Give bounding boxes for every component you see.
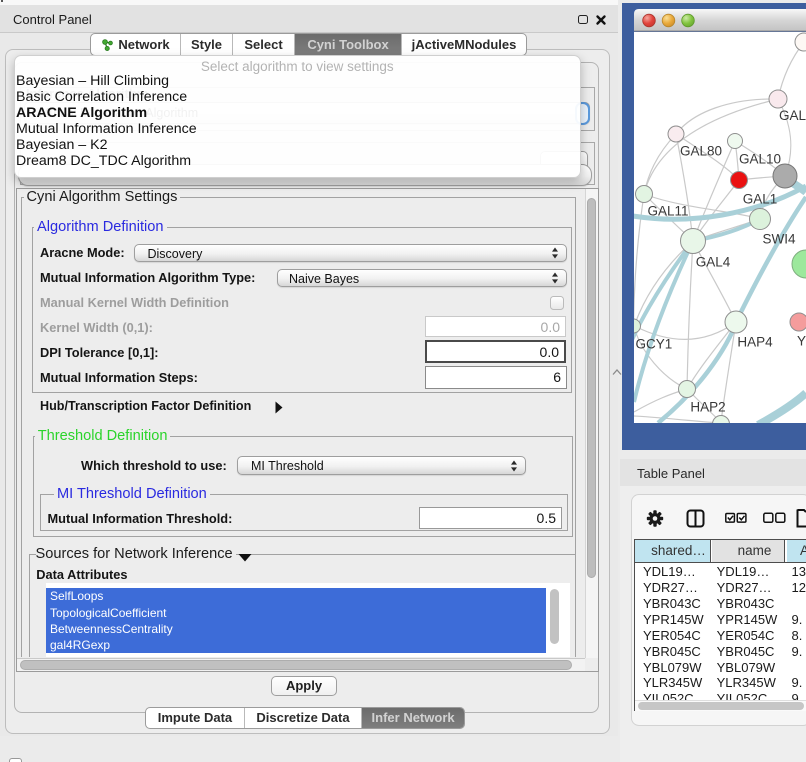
svg-text:GAL11: GAL11: [647, 204, 688, 219]
svg-text:SWI4: SWI4: [762, 232, 795, 247]
svg-text:GAL1: GAL1: [743, 192, 778, 207]
svg-text:GCY1: GCY1: [636, 337, 673, 352]
svg-text:GAL7: GAL7: [779, 108, 806, 123]
svg-text:Y: Y: [797, 334, 806, 349]
svg-text:GAL80: GAL80: [680, 144, 722, 159]
svg-text:GAL4: GAL4: [696, 255, 731, 270]
svg-text:GAL10: GAL10: [739, 152, 781, 167]
svg-text:HAP2: HAP2: [690, 400, 725, 415]
svg-text:HAP4: HAP4: [737, 335, 773, 350]
